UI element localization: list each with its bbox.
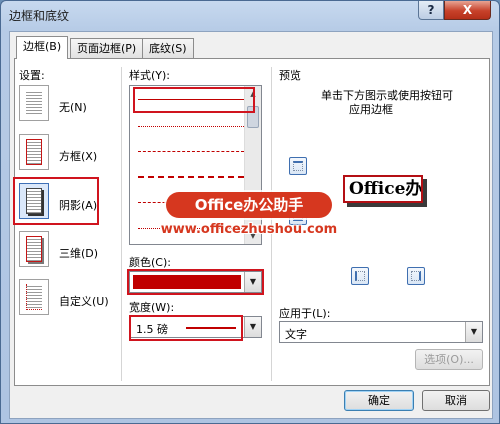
preset-box-label[interactable]: 方框(X): [59, 148, 97, 164]
preview-hint-line2: 应用边框: [349, 103, 393, 116]
apply-to-select[interactable]: 文字 ▼: [279, 321, 483, 343]
cancel-button[interactable]: 取消: [422, 390, 490, 411]
preset-none-label[interactable]: 无(N): [59, 99, 87, 115]
tab-shading[interactable]: 底纹(S): [142, 38, 194, 58]
width-highlight-box: [129, 315, 243, 341]
tab-page-border[interactable]: 页面边框(P): [70, 38, 144, 58]
top-border-icon[interactable]: [289, 157, 307, 175]
style-long-dash-line[interactable]: [138, 176, 244, 178]
watermark-brand: Office办公助手: [166, 192, 332, 218]
preset-box-icon[interactable]: [19, 134, 49, 170]
options-button[interactable]: 选项(O)...: [415, 349, 483, 370]
right-border-icon[interactable]: [407, 267, 425, 285]
style-label: 样式(Y):: [129, 69, 171, 82]
preset-custom-icon[interactable]: [19, 279, 49, 315]
apply-to-value: 文字: [285, 328, 307, 341]
window-title: 边框和底纹: [9, 9, 70, 23]
settings-label: 设置:: [19, 69, 45, 82]
style-dashed-line[interactable]: [138, 151, 244, 152]
width-label: 宽度(W):: [129, 301, 175, 314]
color-highlight-box: [127, 269, 264, 295]
style-highlight-box: [133, 87, 255, 113]
preview-label: 预览: [279, 69, 301, 82]
preview-sample-text[interactable]: Office办: [343, 175, 423, 203]
color-label: 颜色(C):: [129, 256, 171, 269]
preset-custom-label[interactable]: 自定义(U): [59, 293, 109, 309]
separator-left: [121, 67, 122, 381]
left-border-icon[interactable]: [351, 267, 369, 285]
preset-3d-icon[interactable]: [19, 231, 49, 267]
preset-3d-label[interactable]: 三维(D): [59, 245, 98, 261]
preset-none-icon[interactable]: [19, 85, 49, 121]
style-dotted-line[interactable]: [138, 126, 244, 127]
help-button[interactable]: ?: [418, 1, 444, 20]
shadow-highlight-box: [13, 177, 99, 225]
ok-button[interactable]: 确定: [344, 390, 414, 411]
dialog-window: 边框和底纹 ? X 边框(B) 页面边框(P) 底纹(S) 设置: 无(N) 方…: [0, 0, 500, 424]
title-bar[interactable]: 边框和底纹 ? X: [1, 1, 499, 27]
watermark-url: www.officezhushou.com: [160, 222, 338, 237]
tab-borders[interactable]: 边框(B): [16, 36, 69, 59]
dialog-client: 边框(B) 页面边框(P) 底纹(S) 设置: 无(N) 方框(X) 阴影(A)…: [9, 31, 493, 419]
apply-to-dropdown-icon[interactable]: ▼: [465, 322, 482, 342]
apply-to-label: 应用于(L):: [279, 307, 331, 320]
close-button[interactable]: X: [444, 1, 491, 20]
width-dropdown-icon[interactable]: ▼: [244, 317, 261, 337]
